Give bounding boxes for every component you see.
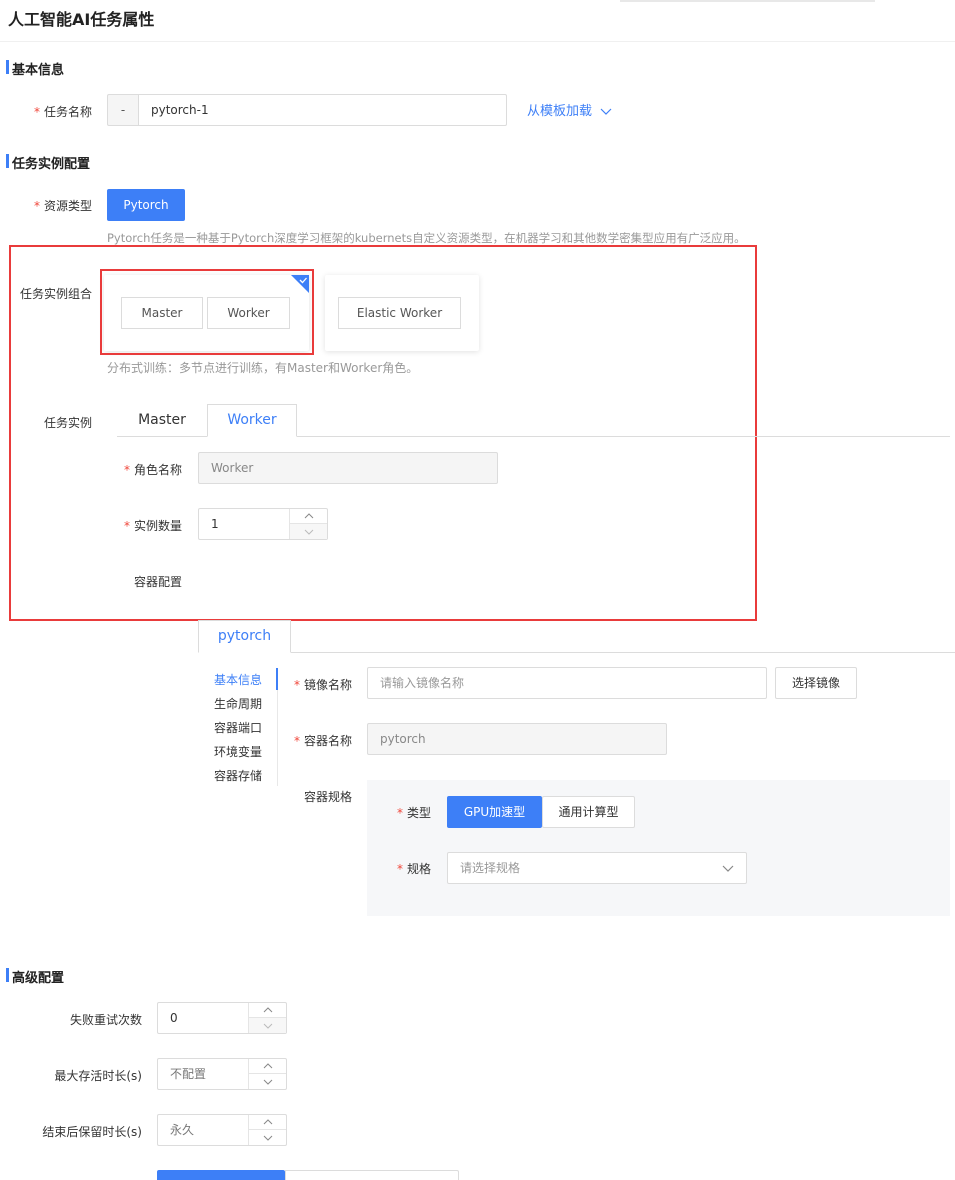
container-name-label: * 容器名称 <box>293 734 352 748</box>
instance-count-value: 1 <box>211 517 219 531</box>
role-name-input[interactable]: Worker <box>198 452 498 484</box>
tab-master[interactable]: Master <box>117 404 207 437</box>
instance-count-stepper[interactable]: 1 <box>198 508 328 540</box>
chevron-up-icon <box>263 1063 272 1069</box>
chevron-down-icon <box>600 108 612 115</box>
container-spec-label: 容器规格 <box>303 790 352 804</box>
required-mark: * <box>293 678 300 692</box>
stepper-down-button[interactable] <box>249 1130 286 1145</box>
spec-select[interactable]: 请选择规格 <box>447 852 747 884</box>
chevron-down-icon <box>263 1079 272 1085</box>
container-tabs-baseline <box>198 652 955 653</box>
resource-type-help: Pytorch任务是一种基于Pytorch深度学习框架的kubernets自定义… <box>107 231 746 245</box>
spec-select-placeholder: 请选择规格 <box>460 861 521 875</box>
side-nav-basic[interactable]: 基本信息 <box>214 671 262 688</box>
tab-worker[interactable]: Worker <box>207 404 297 437</box>
task-name-input-group: - pytorch-1 <box>107 94 507 126</box>
stepper-up-button[interactable] <box>290 509 327 524</box>
max-alive-label: 最大存活时长(s) <box>54 1069 142 1083</box>
required-mark: * <box>33 199 40 213</box>
resource-type-label: * 资源类型 <box>33 199 92 213</box>
combo-help: 分布式训练：多节点进行训练，有Master和Worker角色。 <box>107 361 419 375</box>
instance-count-label: * 实例数量 <box>123 519 182 533</box>
container-spec-panel: * 类型 GPU加速型 通用计算型 * 规格 请选择规格 <box>367 780 950 916</box>
top-bar-fragment <box>620 0 875 2</box>
spec-label: * 规格 <box>396 862 431 876</box>
bottom-segment-2[interactable] <box>285 1170 390 1180</box>
stepper-controls <box>248 1059 286 1089</box>
type-gpu-button[interactable]: GPU加速型 <box>447 796 542 828</box>
chevron-down-icon <box>304 529 313 535</box>
stepper-up-button[interactable] <box>249 1059 286 1074</box>
stepper-up-button[interactable] <box>249 1003 286 1018</box>
chevron-up-icon <box>263 1119 272 1125</box>
bottom-segment-3[interactable] <box>389 1170 459 1180</box>
section-title-advanced: 高级配置 <box>0 967 64 986</box>
container-config-label: 容器配置 <box>133 575 182 589</box>
task-name-input[interactable]: pytorch-1 <box>138 94 507 126</box>
stepper-down-button[interactable] <box>249 1074 286 1089</box>
stepper-controls <box>289 509 327 539</box>
side-nav-storage[interactable]: 容器存储 <box>214 767 262 784</box>
load-template-link[interactable]: 从模板加载 <box>527 100 612 119</box>
section-title-instance: 任务实例配置 <box>0 153 90 172</box>
role-button-elastic-worker: Elastic Worker <box>338 297 461 329</box>
bottom-segment-active[interactable] <box>157 1170 285 1180</box>
task-name-prefix: - <box>107 94 138 126</box>
max-alive-stepper[interactable]: 不配置 <box>157 1058 287 1090</box>
spec-type-label: * 类型 <box>396 806 431 820</box>
page-title: 人工智能AI任务属性 <box>8 10 155 29</box>
retry-label: 失败重试次数 <box>69 1013 142 1027</box>
retry-value: 0 <box>170 1011 178 1025</box>
retain-stepper[interactable]: 永久 <box>157 1114 287 1146</box>
required-mark: * <box>123 463 130 477</box>
title-divider <box>0 41 955 42</box>
select-image-button[interactable]: 选择镜像 <box>775 667 857 699</box>
max-alive-value: 不配置 <box>170 1067 207 1081</box>
chevron-down-icon <box>263 1135 272 1141</box>
retain-label: 结束后保留时长(s) <box>42 1125 142 1139</box>
stepper-controls <box>248 1115 286 1145</box>
chevron-down-icon <box>722 865 734 872</box>
chevron-up-icon <box>263 1007 272 1013</box>
section-title-basic: 基本信息 <box>0 59 64 78</box>
instance-label: 任务实例 <box>43 416 92 430</box>
stepper-down-button[interactable] <box>290 524 327 539</box>
required-mark: * <box>396 862 403 876</box>
stepper-down-button[interactable] <box>249 1018 286 1033</box>
stepper-up-button[interactable] <box>249 1115 286 1130</box>
required-mark: * <box>123 519 130 533</box>
combo-card-elastic-worker[interactable]: Elastic Worker <box>325 275 479 351</box>
stepper-controls <box>248 1003 286 1033</box>
task-name-label: * 任务名称 <box>33 105 92 119</box>
image-name-input[interactable]: 请输入镜像名称 <box>367 667 767 699</box>
combo-label: 任务实例组合 <box>19 287 92 301</box>
container-name-input[interactable]: pytorch <box>367 723 667 755</box>
load-template-label: 从模板加载 <box>527 104 593 119</box>
required-mark: * <box>293 734 300 748</box>
retry-stepper[interactable]: 0 <box>157 1002 287 1034</box>
highlight-box-combo <box>100 269 314 355</box>
chevron-up-icon <box>304 513 313 519</box>
required-mark: * <box>396 806 403 820</box>
side-nav-lifecycle[interactable]: 生命周期 <box>214 695 262 712</box>
role-name-label: * 角色名称 <box>123 463 182 477</box>
side-nav-env[interactable]: 环境变量 <box>214 743 262 760</box>
retain-value: 永久 <box>170 1123 195 1137</box>
side-nav-active-indicator <box>276 668 278 690</box>
tab-container-pytorch[interactable]: pytorch <box>198 620 291 653</box>
required-mark: * <box>33 105 40 119</box>
side-nav-ports[interactable]: 容器端口 <box>214 719 262 736</box>
type-general-button[interactable]: 通用计算型 <box>542 796 635 828</box>
chevron-down-icon <box>263 1023 272 1029</box>
image-name-label: * 镜像名称 <box>293 678 352 692</box>
resource-type-pytorch-button[interactable]: Pytorch <box>107 189 185 221</box>
